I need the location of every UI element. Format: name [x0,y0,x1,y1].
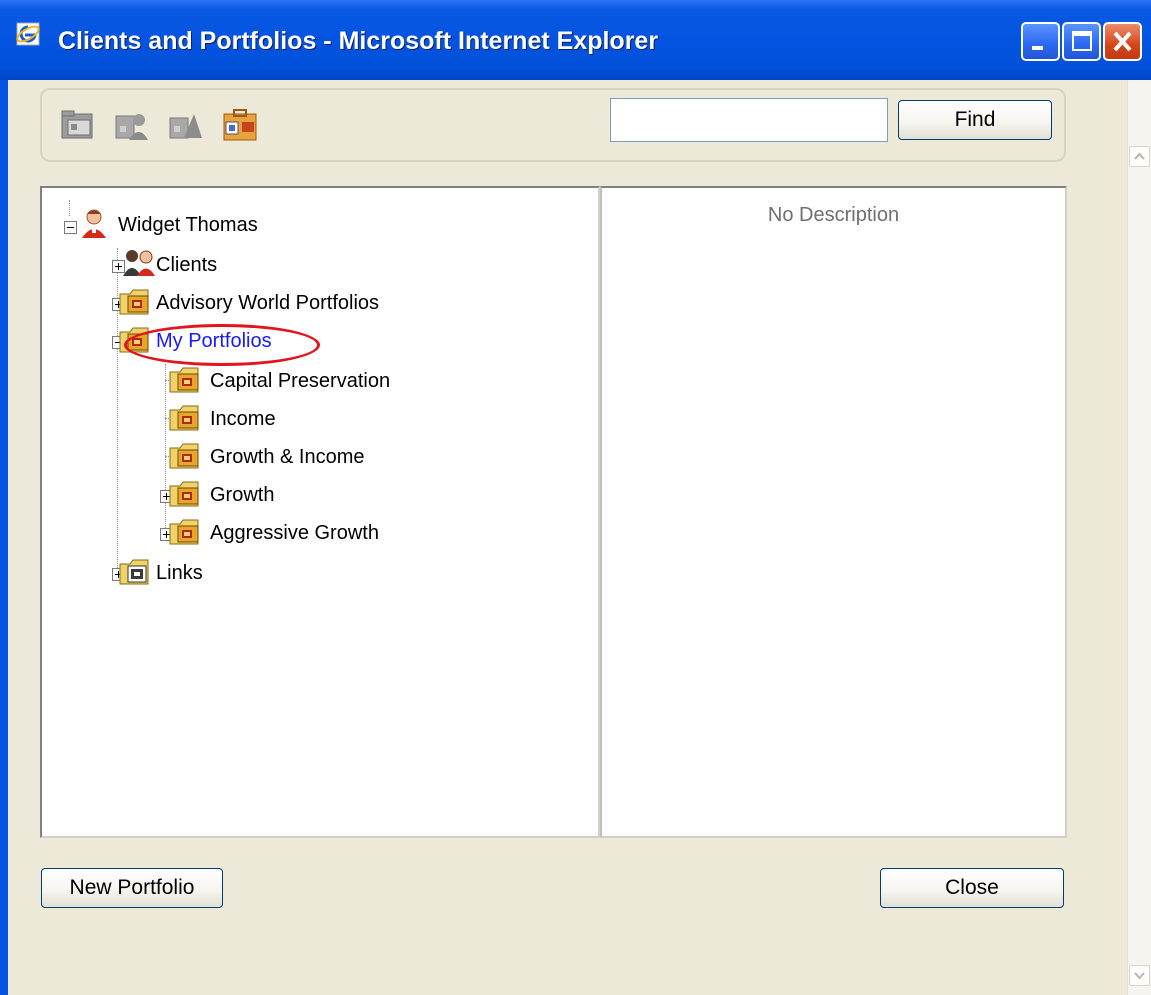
tree-view[interactable]: Widget Thomas Clients Advisory World Por… [40,186,600,838]
tree-node-my-portfolios[interactable]: My Portfolios [108,324,338,356]
tree-node-label: Advisory World Portfolios [156,292,380,314]
close-button[interactable]: Close [880,868,1064,908]
close-window-button[interactable] [1103,22,1142,61]
ie-window: Clients and Portfolios - Microsoft Inter… [0,0,1151,995]
tree-node-label: Growth & Income [210,446,365,468]
tree-node-label: Capital Preservation [210,370,391,392]
portfolio-folder-icon [169,367,199,393]
window-title: Clients and Portfolios - Microsoft Inter… [58,27,659,55]
portfolio-icon[interactable] [222,108,258,142]
tree-node-clients[interactable]: Clients [108,248,308,280]
tree-node-advisory-world[interactable]: Advisory World Portfolios [108,286,438,318]
links-folder-icon [119,559,149,585]
tree-node-label: Aggressive Growth [210,522,379,544]
description-panel: No Description [600,186,1067,838]
title-bar[interactable]: Clients and Portfolios - Microsoft Inter… [0,0,1151,80]
tree-node-aggressive-growth[interactable]: Aggressive Growth [156,516,436,548]
ie-icon [16,22,40,46]
tree-node-label-selected: My Portfolios [156,330,272,352]
clients-icon [123,250,155,276]
dialog-body: Find Widget Thomas Clients Advisory Worl… [8,80,1151,995]
portfolio-folder-icon [169,405,199,431]
scroll-up-button[interactable] [1129,146,1150,167]
minimize-button[interactable] [1021,22,1060,61]
vertical-scrollbar[interactable] [1127,80,1151,995]
client-icon[interactable] [114,108,150,142]
maximize-button[interactable] [1062,22,1101,61]
tree-node-label: Links [156,562,203,584]
portfolio-folder-icon [169,481,199,507]
portfolio-folder-icon [119,327,149,353]
search-input[interactable] [610,98,888,142]
portfolio-folder-icon [119,289,149,315]
collapse-toggle[interactable] [64,221,77,234]
minimize-icon [1032,46,1043,50]
tree-node-income[interactable]: Income [166,402,366,434]
chevron-down-icon [1134,972,1145,980]
advisor-avatar-icon [82,209,106,238]
alert-icon[interactable] [168,108,204,142]
maximize-icon [1072,31,1092,51]
window-border [0,80,8,995]
tree-node-links[interactable]: Links [108,556,308,588]
tree-node-capital-preservation[interactable]: Capital Preservation [166,364,466,396]
new-portfolio-button[interactable]: New Portfolio [41,868,223,908]
toolbar: Find [40,88,1066,162]
scroll-down-button[interactable] [1129,965,1150,986]
portfolio-folder-icon [169,519,199,545]
tree-node-root[interactable]: Widget Thomas [60,208,340,240]
tree-node-growth-income[interactable]: Growth & Income [166,440,426,472]
tree-node-label: Income [210,408,276,430]
chevron-up-icon [1134,152,1145,160]
find-button[interactable]: Find [898,100,1052,140]
tree-node-label: Clients [156,254,218,276]
description-text: No Description [767,204,900,226]
close-icon [1113,31,1132,52]
portfolio-folder-icon [169,443,199,469]
tree-node-label: Widget Thomas [118,214,258,236]
tree-node-growth[interactable]: Growth [156,478,356,510]
folder-icon[interactable] [60,108,96,142]
tree-node-label: Growth [210,484,275,506]
